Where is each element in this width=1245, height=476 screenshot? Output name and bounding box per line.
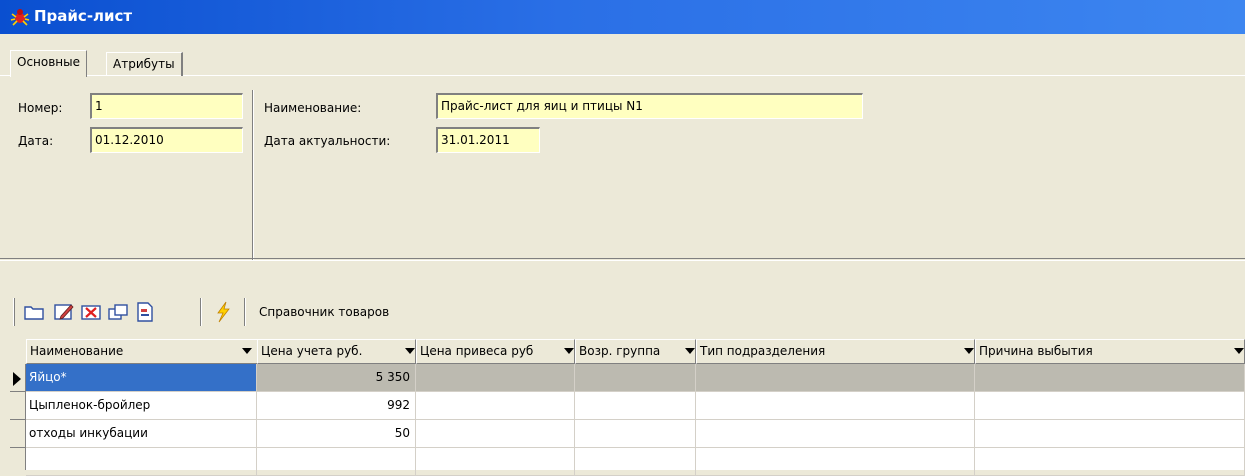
delete-icon[interactable] <box>79 300 103 324</box>
section-divider <box>0 258 1245 261</box>
cell-gain-price[interactable] <box>416 420 575 448</box>
tab-baseline <box>0 75 1245 76</box>
cell-gain-price[interactable] <box>416 364 575 392</box>
edit-icon[interactable] <box>52 300 76 324</box>
column-header-name[interactable]: Наименование <box>26 339 267 364</box>
date-label: Дата: <box>18 134 54 148</box>
folder-icon[interactable] <box>22 300 46 324</box>
copy-icon[interactable] <box>106 300 130 324</box>
column-header-price[interactable]: Цена учета руб. <box>257 339 416 364</box>
number-field[interactable]: 1 <box>90 93 243 119</box>
cell-disposal-reason[interactable] <box>975 448 1245 476</box>
cell-age-group[interactable] <box>575 364 696 392</box>
cell-name[interactable]: отходы инкубации <box>26 420 257 448</box>
column-header-division-type[interactable]: Тип подразделения <box>696 339 975 364</box>
bug-icon <box>10 9 30 26</box>
cell-price[interactable] <box>257 448 416 476</box>
lightning-icon[interactable] <box>211 300 235 324</box>
toolbar-separator-2 <box>244 298 246 326</box>
cell-name[interactable]: Яйцо* <box>26 364 257 392</box>
cell-price[interactable]: 992 <box>257 392 416 420</box>
catalog-button[interactable]: Справочник товаров <box>259 305 389 319</box>
chevron-down-icon[interactable] <box>1234 348 1244 354</box>
cell-disposal-reason[interactable] <box>975 364 1245 392</box>
cell-age-group[interactable] <box>575 392 696 420</box>
actual-date-label: Дата актуальности: <box>264 134 391 148</box>
table-row[interactable]: Яйцо* 5 350 <box>26 364 1245 392</box>
column-header-disposal-reason[interactable]: Причина выбытия <box>975 339 1245 364</box>
grid-header: Наименование Цена учета руб. Цена привес… <box>10 339 1245 364</box>
toolbar-separator <box>200 298 202 326</box>
column-header-age-group[interactable]: Возр. группа <box>575 339 696 364</box>
cell-disposal-reason[interactable] <box>975 420 1245 448</box>
chevron-down-icon[interactable] <box>685 348 695 354</box>
form-divider <box>252 90 254 260</box>
chevron-down-icon[interactable] <box>405 348 415 354</box>
cell-price[interactable]: 50 <box>257 420 416 448</box>
cell-division-type[interactable] <box>696 420 975 448</box>
price-grid[interactable]: Наименование Цена учета руб. Цена привес… <box>10 339 1245 476</box>
cell-age-group[interactable] <box>575 448 696 476</box>
table-row[interactable]: Цыпленок-бройлер 992 <box>26 392 1245 420</box>
table-row-empty[interactable] <box>26 448 1245 476</box>
cell-division-type[interactable] <box>696 448 975 476</box>
name-field[interactable]: Прайс-лист для яиц и птицы N1 <box>436 93 863 119</box>
cell-gain-price[interactable] <box>416 448 575 476</box>
date-field[interactable]: 01.12.2010 <box>90 127 243 153</box>
tab-attributes[interactable]: Атрибуты <box>106 52 183 76</box>
row-marker <box>10 420 26 448</box>
number-label: Номер: <box>18 101 63 115</box>
chevron-down-icon[interactable] <box>242 348 252 354</box>
table-row[interactable]: отходы инкубации 50 <box>26 420 1245 448</box>
window-title: Прайс-лист <box>34 7 133 25</box>
cell-age-group[interactable] <box>575 420 696 448</box>
cell-disposal-reason[interactable] <box>975 392 1245 420</box>
tab-main[interactable]: Основные <box>10 50 88 77</box>
name-label: Наименование: <box>264 101 362 115</box>
chevron-down-icon[interactable] <box>964 348 974 354</box>
row-marker <box>10 364 26 392</box>
document-icon[interactable] <box>133 300 157 324</box>
toolbar-grip[interactable] <box>13 298 15 326</box>
cell-division-type[interactable] <box>696 364 975 392</box>
actual-date-field[interactable]: 31.01.2011 <box>436 127 540 153</box>
cell-price[interactable]: 5 350 <box>257 364 416 392</box>
cell-name[interactable]: Цыпленок-бройлер <box>26 392 257 420</box>
cell-division-type[interactable] <box>696 392 975 420</box>
column-header-gain-price[interactable]: Цена привеса руб <box>416 339 575 364</box>
cell-name[interactable] <box>26 448 257 476</box>
title-bar: Прайс-лист <box>0 0 1245 34</box>
cell-gain-price[interactable] <box>416 392 575 420</box>
row-marker <box>10 392 26 420</box>
chevron-down-icon[interactable] <box>564 348 574 354</box>
